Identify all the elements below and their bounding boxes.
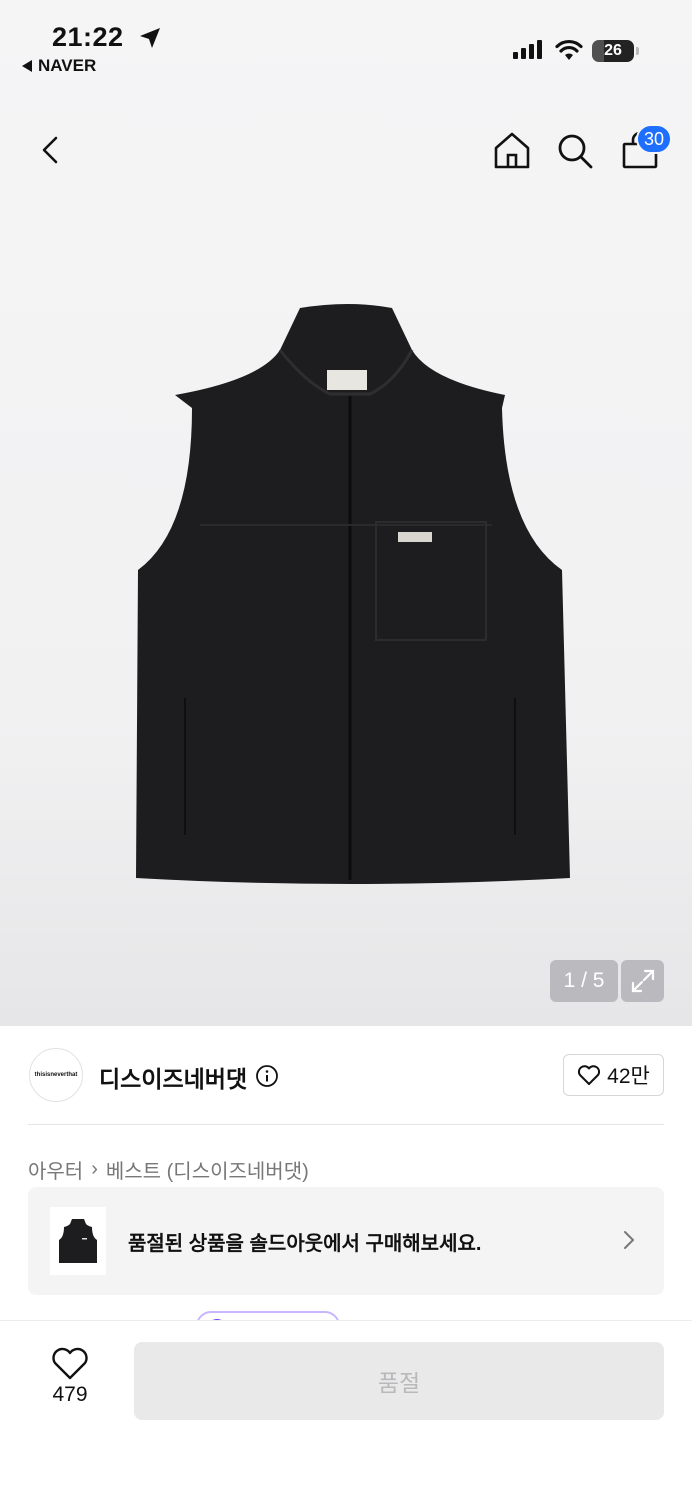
breadcrumb-subcategory[interactable]: 베스트 (디스이즈네버댓): [106, 1155, 309, 1184]
banner-text: 품절된 상품을 솔드아웃에서 구매해보세요.: [128, 1233, 482, 1255]
heart-icon: [578, 1065, 601, 1085]
soldout-button[interactable]: 품절: [134, 1342, 664, 1420]
info-icon[interactable]: [255, 1064, 279, 1088]
brand-logo[interactable]: thisisneverthat: [29, 1048, 83, 1102]
product-image-area[interactable]: 21:22 NAVER 26 30 1 / 5: [0, 0, 692, 1026]
soldout-banner[interactable]: 품절된 상품을 솔드아웃에서 구매해보세요.: [28, 1187, 664, 1295]
cellular-signal-icon: [513, 40, 542, 59]
wifi-icon: [555, 39, 583, 60]
breadcrumb-category[interactable]: 아우터: [28, 1155, 83, 1184]
bottom-action-bar: 479 품절: [0, 1320, 692, 1500]
brand-name[interactable]: 디스이즈네버댓: [99, 1060, 247, 1094]
battery-level: 26: [604, 42, 622, 59]
breadcrumb-chevron-icon: ›: [91, 1158, 98, 1180]
heart-outline-icon: [52, 1347, 88, 1380]
status-time: 21:22: [52, 22, 124, 52]
back-to-app-link[interactable]: NAVER: [22, 56, 96, 76]
back-app-label: NAVER: [38, 56, 97, 75]
breadcrumb: 아우터 › 베스트 (디스이즈네버댓): [28, 1155, 309, 1184]
product-vest-image[interactable]: [130, 300, 570, 890]
chevron-right-icon: [624, 1231, 635, 1249]
home-icon[interactable]: [492, 130, 532, 170]
expand-icon: [631, 969, 654, 993]
image-pager: 1 / 5: [550, 960, 618, 1002]
wishlist-button[interactable]: 479: [40, 1347, 100, 1407]
divider: [28, 1124, 664, 1125]
vest-thumbnail-icon: [59, 1219, 97, 1263]
wishlist-count: 479: [52, 1383, 88, 1406]
back-triangle-icon: [22, 60, 32, 72]
brand-like-count: 42만: [607, 1065, 650, 1088]
brand-logo-text: thisisneverthat: [34, 1072, 78, 1078]
search-icon[interactable]: [556, 132, 594, 170]
expand-button[interactable]: [621, 960, 664, 1002]
back-chevron-icon[interactable]: [36, 132, 66, 168]
cart-count-badge: 30: [636, 124, 672, 154]
banner-thumbnail: [50, 1207, 106, 1275]
battery-indicator: 26: [592, 40, 639, 62]
top-nav: [0, 120, 692, 180]
brand-like-button[interactable]: 42만: [563, 1054, 664, 1096]
brand-row: thisisneverthat 디스이즈네버댓 42만: [0, 1026, 692, 1126]
location-arrow-icon: [140, 28, 160, 48]
status-bar: 21:22 NAVER 26: [0, 0, 692, 90]
